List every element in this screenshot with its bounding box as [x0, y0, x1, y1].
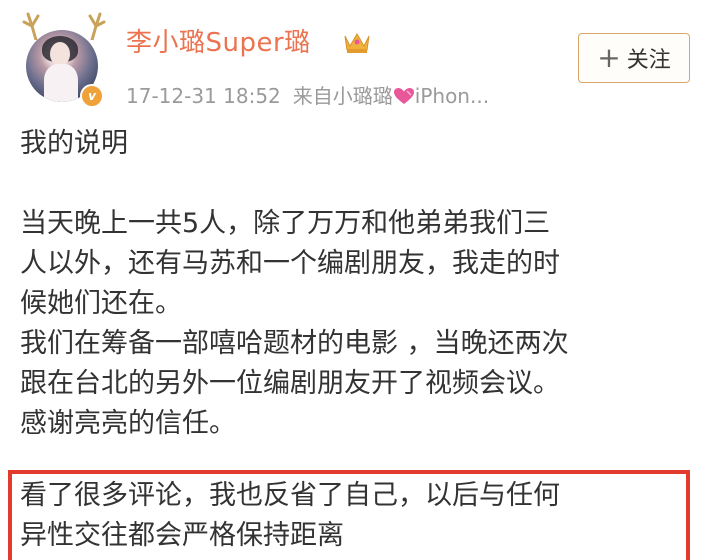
post-source: 来自小璐璐: [292, 84, 393, 108]
post-device: iPhon...: [414, 84, 490, 108]
crown-icon: [344, 33, 370, 53]
paragraph3: 感谢亮亮的信任。: [20, 408, 236, 439]
plus-icon: +: [597, 41, 621, 74]
paragraph1-line: 候她们还在。: [20, 288, 182, 319]
verified-badge-icon: v: [80, 84, 104, 108]
post-timestamp[interactable]: 17-12-31 18:52: [126, 84, 281, 108]
paragraph1-line: 人以外，还有马苏和一个编剧朋友，我走的时: [20, 248, 560, 279]
post-content: 我的说明 当天晚上一共5人，除了万万和他弟弟我们三 人以外，还有马苏和一个编剧朋…: [20, 124, 710, 444]
paragraph1-line: 当天晚上一共5人，除了万万和他弟弟我们三: [20, 208, 551, 239]
highlight-line: 异性交往都会严格保持距离: [20, 520, 344, 551]
follow-button-label: 关注: [626, 48, 671, 73]
heart-icon: [393, 88, 414, 104]
highlight-line: 看了很多评论，我也反省了自己，以后与任何: [20, 480, 560, 511]
paragraph2-line: 我们在筹备一部嘻哈题材的电影 ，当晚还两次: [20, 328, 569, 359]
username-link[interactable]: 李小璐Super璐: [126, 22, 311, 59]
paragraph2-line: 跟在台北的另外一位编剧朋友开了视频会议。: [20, 368, 560, 399]
avatar-container[interactable]: v: [18, 10, 110, 110]
follow-button[interactable]: + 关注: [578, 33, 690, 83]
post-title: 我的说明: [20, 128, 128, 159]
antler-left-icon: [22, 12, 40, 40]
highlighted-text: 看了很多评论，我也反省了自己，以后与任何 异性交往都会严格保持距离: [20, 476, 560, 556]
post-meta: 17-12-31 18:52 来自小璐璐 iPhon...: [126, 80, 489, 109]
post-header: v 李小璐Super璐 17-12-31 18:52 来自小璐璐 iPhon...…: [0, 0, 720, 118]
antler-right-icon: [88, 12, 106, 40]
